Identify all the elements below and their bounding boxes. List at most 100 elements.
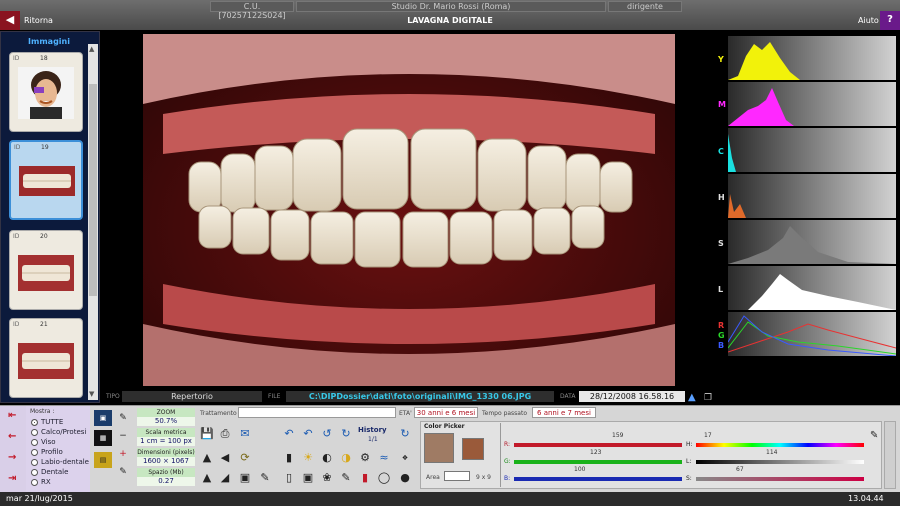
filter-tutte[interactable]: TUTTE — [31, 418, 63, 426]
saturation-icon[interactable]: ● — [396, 470, 414, 486]
treatment-input[interactable] — [238, 407, 396, 418]
area-color-swatch — [462, 438, 484, 460]
help-label[interactable]: Aiuto — [858, 16, 879, 25]
email-icon[interactable]: ✉ — [234, 426, 256, 442]
area-slider[interactable] — [444, 471, 470, 481]
filter-rx[interactable]: RX — [31, 478, 51, 486]
l-slider[interactable] — [696, 460, 864, 464]
treatment-label: Trattamento — [200, 410, 237, 417]
zoom-in-icon[interactable]: + — [114, 446, 132, 462]
undo-icon[interactable]: ↶ — [299, 426, 317, 442]
scroll-thumb[interactable] — [89, 84, 97, 296]
flip-horizontal-icon[interactable]: ▲ — [198, 450, 216, 466]
dental-photo[interactable] — [143, 34, 675, 386]
gamma-icon[interactable]: ◑ — [337, 450, 355, 466]
filter-labio-dentale[interactable]: Labio-dentale — [31, 458, 89, 466]
histogram-label-h: H — [718, 193, 725, 202]
color-picker-title: Color Picker — [424, 423, 465, 430]
next-image-button[interactable]: → — [8, 452, 16, 463]
resize-icon[interactable]: ▣ — [236, 470, 254, 486]
tooth-chart-icon[interactable]: ▲ — [688, 392, 696, 403]
color-balance-icon[interactable]: ▮ — [356, 470, 374, 486]
histogram-s — [728, 220, 896, 264]
contrast-icon[interactable]: ◐ — [318, 450, 336, 466]
thumb-id-label: ID — [13, 321, 20, 328]
first-image-button[interactable]: ⇤ — [8, 410, 16, 421]
measure-icon[interactable]: ✎ — [114, 410, 132, 426]
teeth-photo — [18, 255, 74, 291]
s-label: S: — [686, 475, 692, 482]
histogram-c — [728, 128, 896, 172]
photo-date: 28/12/2008 16.58.16 — [579, 391, 685, 402]
thumbnail-20[interactable]: ID 20 — [9, 230, 83, 310]
filter-calco-protesi[interactable]: Calco/Protesi — [31, 428, 86, 436]
scroll-up-icon[interactable]: ▲ — [89, 45, 94, 53]
histogram-label-s: S — [718, 239, 724, 248]
scroll-down-icon[interactable]: ▼ — [89, 390, 94, 398]
crop-icon[interactable]: ▲ — [198, 470, 216, 486]
h-value: 17 — [704, 432, 712, 439]
last-image-button[interactable]: ⇥ — [8, 473, 16, 484]
drop-icon[interactable]: ◯ — [375, 470, 393, 486]
undo-all-icon[interactable]: ↶ — [280, 426, 298, 442]
save-icon[interactable]: 💾 — [198, 426, 216, 442]
brush-icon[interactable]: ✎ — [337, 470, 355, 486]
sidebar-title: Immagini — [28, 37, 70, 46]
license-code: C.U. [70257122S024] — [210, 1, 294, 20]
help-button[interactable]: ? — [880, 11, 900, 30]
filter-dentale[interactable]: Dentale — [31, 468, 68, 476]
levels-icon[interactable]: ▮ — [280, 450, 298, 466]
thumbnail-18[interactable]: ID 18 — [9, 52, 83, 132]
eyedropper-icon[interactable]: ✎ — [256, 470, 274, 486]
refresh-icon[interactable]: ↻ — [396, 426, 414, 442]
thumb-id-label: ID — [13, 55, 20, 62]
sharpen-icon[interactable]: ⚙ — [356, 450, 374, 466]
filter-viso[interactable]: Viso — [31, 438, 56, 446]
thumbnail-19[interactable]: ID 19 — [9, 140, 83, 220]
perspective-icon[interactable]: ◢ — [216, 470, 234, 486]
panel-scrollbar[interactable] — [884, 421, 896, 489]
auto-icon[interactable]: ❖ — [396, 450, 414, 466]
r-slider[interactable] — [514, 443, 682, 447]
curves-icon[interactable]: ≈ — [375, 450, 393, 466]
g-label: G: — [504, 458, 511, 465]
page-title: LAVAGNA DIGITALE — [407, 16, 493, 25]
gallery-icon[interactable]: ▤ — [94, 452, 112, 468]
image-sidebar: Immagini ID 18 ID 19 ID 20 ID 21 — [0, 31, 100, 403]
noise-icon[interactable]: ❀ — [318, 470, 336, 486]
sidebar-scrollbar[interactable]: ▲ ▼ — [88, 44, 98, 400]
print-icon[interactable]: ⎙ — [216, 426, 234, 442]
tipo-value: Repertorio — [122, 391, 262, 402]
flip-vertical-icon[interactable]: ◀ — [216, 450, 234, 466]
redo-icon[interactable]: ↻ — [337, 426, 355, 442]
copy-icon[interactable]: ❐ — [704, 393, 712, 403]
b-slider[interactable] — [514, 477, 682, 481]
view-fit-icon[interactable]: ▣ — [94, 410, 112, 426]
s-slider[interactable] — [696, 477, 864, 481]
b-value: 100 — [574, 466, 586, 473]
filter-profilo[interactable]: Profilo — [31, 448, 63, 456]
dimensions-value: 1600 × 1067 — [137, 457, 195, 466]
ruler-icon[interactable]: ✎ — [114, 464, 132, 480]
area-size: 9 x 9 — [476, 474, 491, 481]
grayscale-icon[interactable]: ▣ — [299, 470, 317, 486]
studio-name: Studio Dr. Mario Rossi (Roma) — [296, 1, 606, 12]
prev-image-button[interactable]: ← — [8, 431, 16, 442]
brightness-icon[interactable]: ☀ — [299, 450, 317, 466]
step-back-icon[interactable]: ↺ — [318, 426, 336, 442]
thumb-id: 19 — [41, 144, 49, 151]
histogram-h — [728, 174, 896, 218]
rotate-icon[interactable]: ⟳ — [236, 450, 254, 466]
g-slider[interactable] — [514, 460, 682, 464]
zoom-value: 50.7% — [137, 417, 195, 426]
thumb-id-label: ID — [13, 233, 20, 240]
zoom-out-icon[interactable]: − — [114, 428, 132, 444]
picker-tool-icon[interactable]: ✎ — [870, 430, 878, 441]
info-strip: C.U. [70257122S024] Studio Dr. Mario Ros… — [0, 0, 900, 20]
channels-icon[interactable]: ▯ — [280, 470, 298, 486]
area-label: Area — [426, 474, 440, 481]
filmstrip-icon[interactable]: ▦ — [94, 430, 112, 446]
thumbnail-21[interactable]: ID 21 — [9, 318, 83, 398]
h-slider[interactable] — [696, 443, 864, 447]
space-label: Spazio (Mb) — [137, 468, 195, 477]
